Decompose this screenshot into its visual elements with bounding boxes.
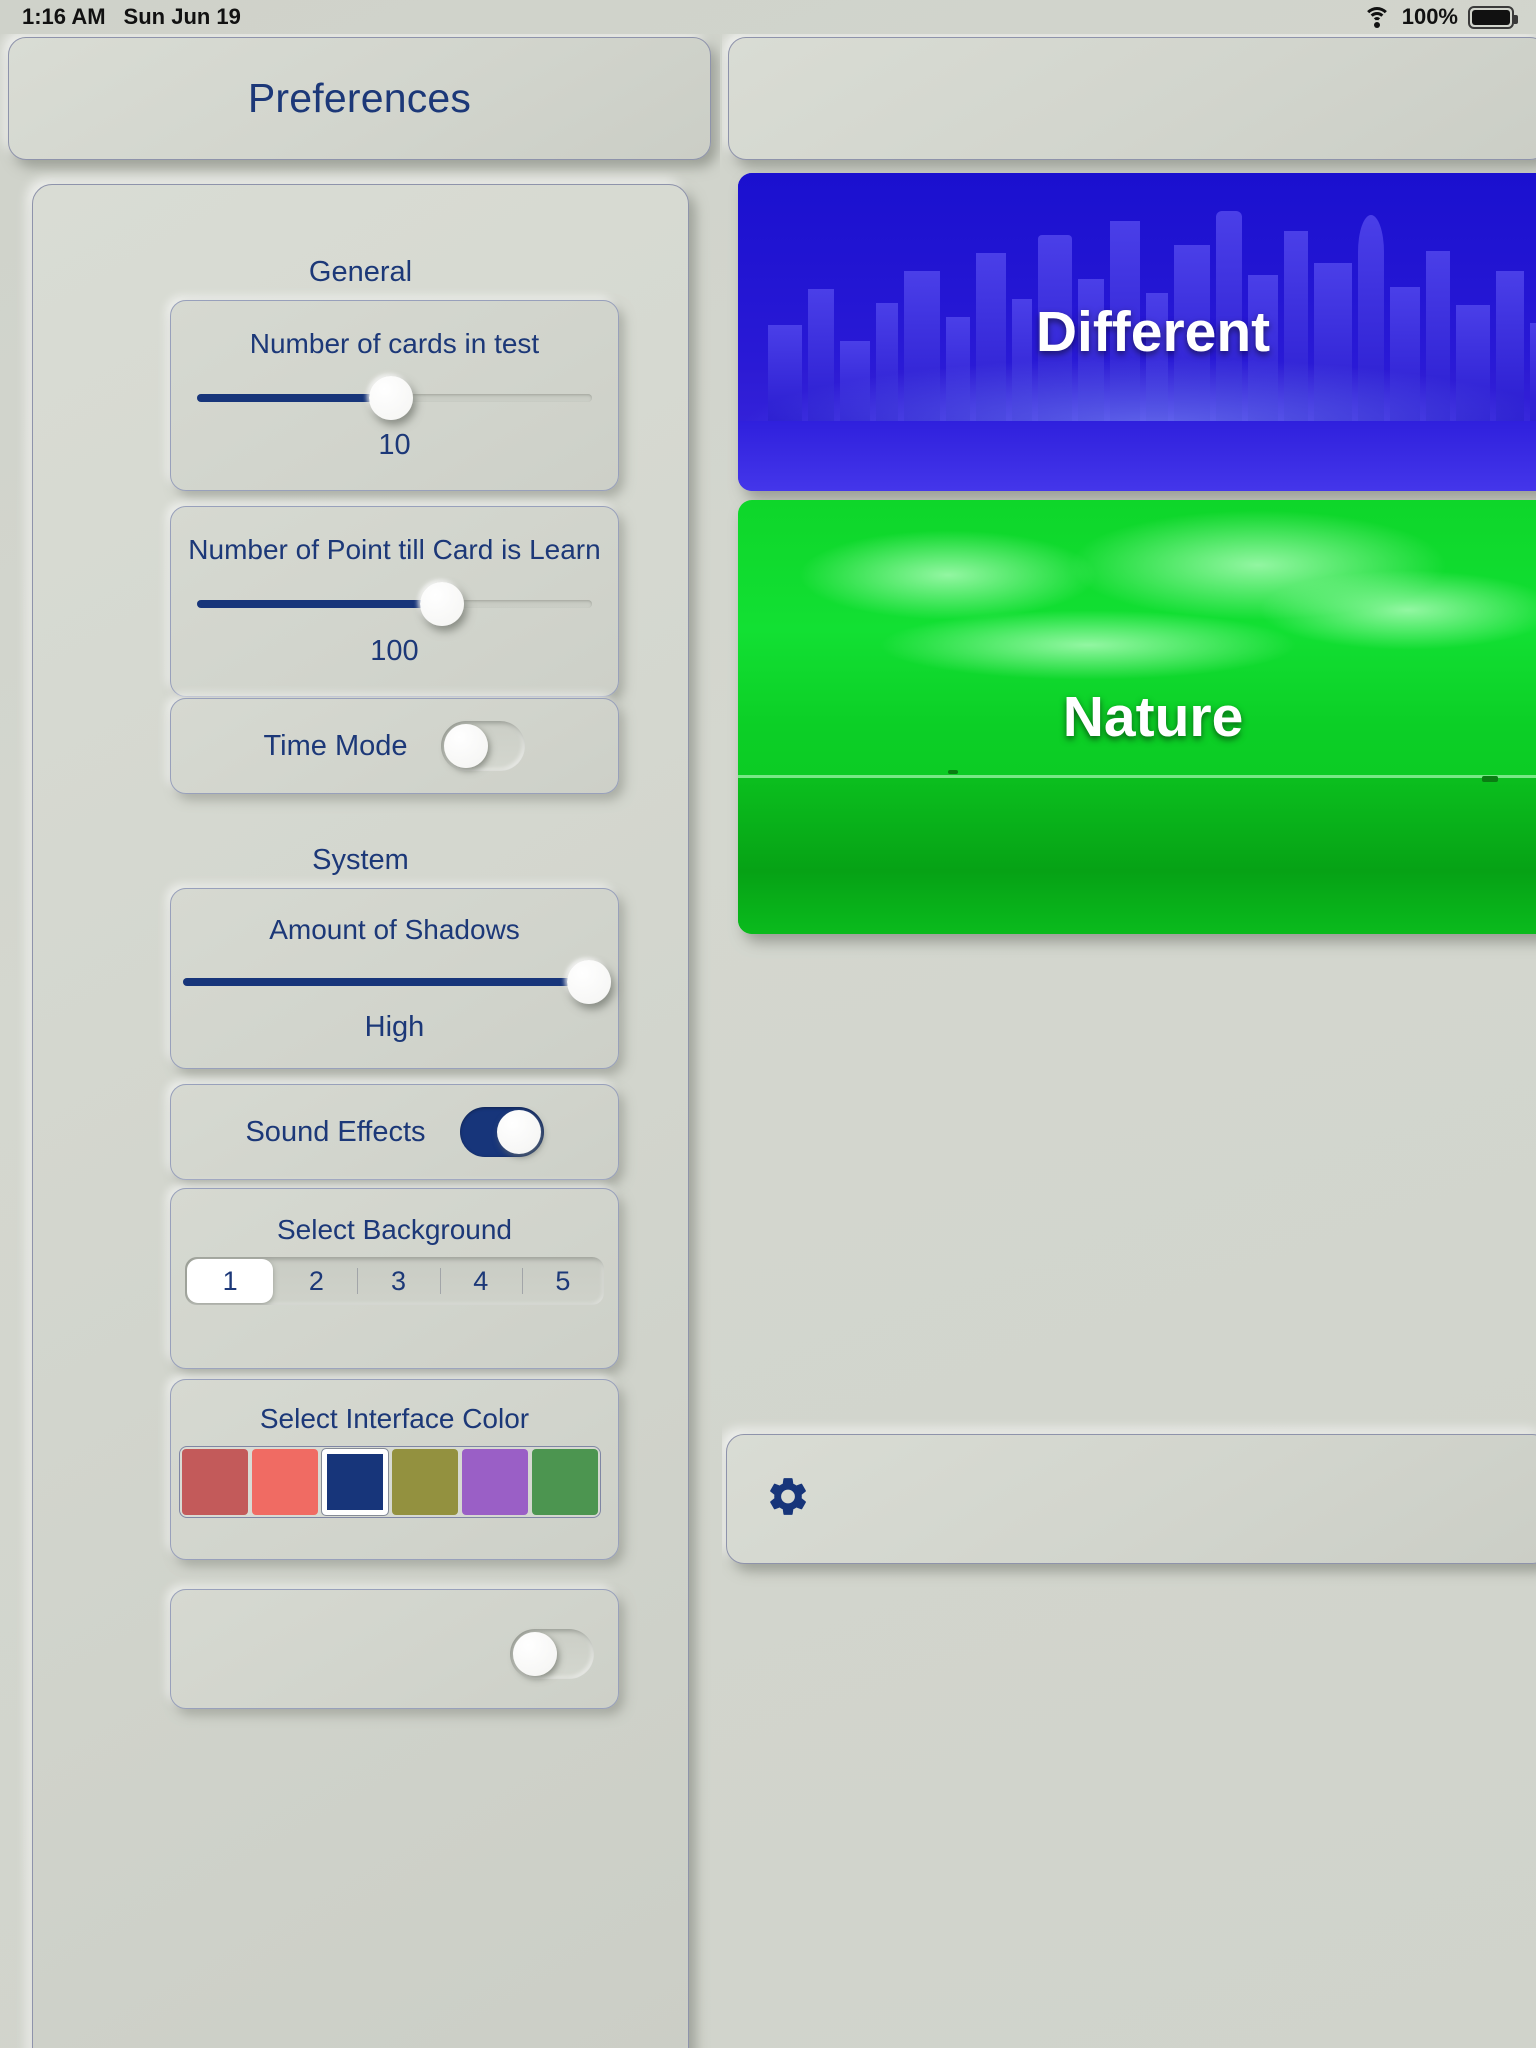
number-of-cards-label: Number of cards in test [249, 328, 540, 359]
slider-fill [183, 978, 590, 986]
slider-fill [197, 600, 442, 608]
setting-select-interface-color[interactable]: Select Interface Color [170, 1379, 619, 1560]
preview-panel: Different Nature [722, 34, 1536, 2048]
slider-fill [197, 394, 391, 402]
color-swatch-2[interactable] [252, 1449, 318, 1515]
sound-effects-label: Sound Effects [245, 1115, 426, 1148]
background-card-different-title: Different [1035, 300, 1271, 364]
amount-of-shadows-slider-track[interactable] [183, 960, 612, 1004]
background-card-nature[interactable]: Nature [738, 500, 1536, 934]
toggle-knob [513, 1632, 557, 1676]
preview-top-card[interactable] [728, 37, 1536, 160]
setting-points-till-learn[interactable]: Number of Point till Card is Learn 100 [170, 506, 619, 697]
status-bar-left: 1:16 AM Sun Jun 19 [22, 4, 241, 30]
color-swatch-5[interactable] [462, 1449, 528, 1515]
time-mode-toggle[interactable] [441, 721, 526, 771]
color-swatch-4[interactable] [392, 1449, 458, 1515]
toggle-knob [444, 724, 489, 768]
segment-3[interactable]: 3 [357, 1257, 439, 1305]
setting-time-mode[interactable]: Time Mode [170, 698, 619, 794]
wifi-icon [1362, 6, 1392, 28]
select-interface-color-label: Select Interface Color [259, 1403, 530, 1434]
color-swatch-1[interactable] [182, 1449, 248, 1515]
background-card-nature-title: Nature [1062, 685, 1244, 749]
points-till-learn-slider-track[interactable] [197, 582, 592, 626]
next-partial-toggle[interactable] [510, 1629, 594, 1679]
setting-number-of-cards[interactable]: Number of cards in test 10 [170, 300, 619, 491]
setting-next-partial[interactable] [170, 1589, 619, 1709]
section-header-general: General [308, 256, 413, 288]
amount-of-shadows-slider-thumb[interactable] [567, 960, 612, 1004]
preferences-title-card: Preferences [8, 37, 711, 160]
segment-2[interactable]: 2 [275, 1257, 357, 1305]
color-swatch-6[interactable] [532, 1449, 598, 1515]
battery-percent-label: 100% [1401, 4, 1458, 29]
setting-select-background[interactable]: Select Background 1 2 3 4 5 [170, 1188, 619, 1369]
sound-effects-toggle[interactable] [459, 1107, 544, 1157]
page-title: Preferences [247, 75, 472, 121]
amount-of-shadows-label: Amount of Shadows [269, 914, 520, 945]
status-bar-right: 100% [1362, 4, 1518, 30]
settings-scroll-container[interactable]: General Number of cards in test 10 Numbe… [32, 184, 689, 2048]
preferences-panel: Preferences General Number of cards in t… [0, 34, 720, 2048]
number-of-cards-slider-thumb[interactable] [368, 376, 413, 420]
section-header-system: System [312, 844, 409, 876]
background-segmented-control[interactable]: 1 2 3 4 5 [185, 1257, 604, 1305]
color-swatch-3-selected[interactable] [322, 1449, 388, 1515]
battery-full-icon [1468, 5, 1518, 29]
number-of-cards-slider-track[interactable] [197, 376, 592, 420]
settings-footer-card[interactable] [726, 1434, 1536, 1564]
gear-icon[interactable] [765, 1474, 811, 1525]
points-till-learn-slider-thumb[interactable] [419, 582, 464, 626]
status-time: 1:16 AM [22, 4, 106, 29]
background-card-different[interactable]: Different [738, 173, 1536, 491]
select-background-label: Select Background [276, 1214, 513, 1245]
amount-of-shadows-value: High [364, 1011, 425, 1043]
setting-sound-effects[interactable]: Sound Effects [170, 1084, 619, 1180]
time-mode-label: Time Mode [263, 729, 408, 762]
setting-amount-of-shadows[interactable]: Amount of Shadows High [170, 888, 619, 1069]
number-of-cards-value: 10 [378, 429, 411, 461]
segment-4[interactable]: 4 [439, 1257, 522, 1305]
segment-5[interactable]: 5 [521, 1257, 604, 1305]
points-till-learn-value: 100 [370, 635, 419, 667]
segment-1[interactable]: 1 [187, 1259, 274, 1303]
toggle-knob [496, 1110, 541, 1154]
status-bar: 1:16 AM Sun Jun 19 100% [0, 0, 1536, 34]
interface-color-swatches[interactable] [179, 1446, 601, 1518]
app-root: 1:16 AM Sun Jun 19 100% Preferences Gene… [0, 0, 1536, 2048]
points-till-learn-label: Number of Point till Card is Learn [188, 534, 601, 565]
status-date: Sun Jun 19 [123, 4, 241, 29]
